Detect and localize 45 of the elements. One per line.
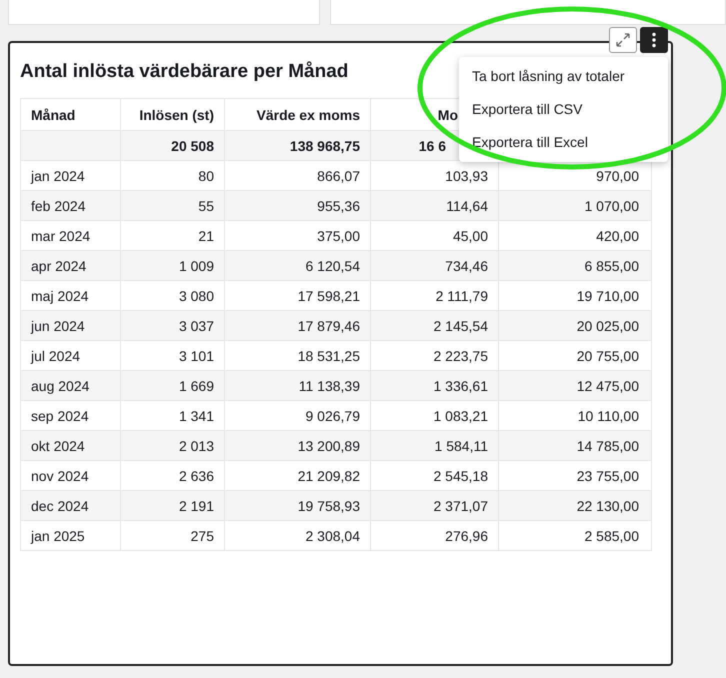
table-cell: 12 475,00 — [498, 370, 652, 400]
table-cell: 19 758,93 — [224, 490, 370, 520]
table-cell: 2 013 — [120, 430, 224, 460]
table-cell: 2 191 — [120, 490, 224, 520]
expand-icon — [615, 32, 631, 48]
table-cell: 2 308,04 — [224, 520, 370, 550]
table-cell: 14 785,00 — [498, 430, 652, 460]
table-cell: 1 669 — [120, 370, 224, 400]
expand-button[interactable] — [609, 27, 637, 53]
total-cell: 20 508 — [120, 130, 224, 160]
table-cell: 1 070,00 — [498, 190, 652, 220]
table-cell: dec 2024 — [20, 490, 120, 520]
table-cell: 6 120,54 — [224, 250, 370, 280]
table-cell: 2 371,07 — [370, 490, 498, 520]
table-cell: 955,36 — [224, 190, 370, 220]
more-options-button[interactable] — [640, 27, 668, 53]
table-cell: 3 037 — [120, 310, 224, 340]
table-cell: 20 025,00 — [498, 310, 652, 340]
table-cell: 1 009 — [120, 250, 224, 280]
table-cell: apr 2024 — [20, 250, 120, 280]
table-cell: jan 2025 — [20, 520, 120, 550]
column-header[interactable]: Månad — [20, 98, 120, 130]
table-cell: 55 — [120, 190, 224, 220]
table-cell: 1 584,11 — [370, 430, 498, 460]
table-cell: 276,96 — [370, 520, 498, 550]
card-title: Antal inlösta värdebärare per Månad — [20, 61, 348, 83]
total-cell: 138 968,75 — [224, 130, 370, 160]
table-cell: 2 585,00 — [498, 520, 652, 550]
table-cell: 13 200,89 — [224, 430, 370, 460]
table-cell: 275 — [120, 520, 224, 550]
table-cell: 2 145,54 — [370, 310, 498, 340]
column-header[interactable]: Värde ex moms — [224, 98, 370, 130]
table-cell: 114,64 — [370, 190, 498, 220]
table-cell: okt 2024 — [20, 430, 120, 460]
more-icon — [652, 32, 656, 48]
table-cell: feb 2024 — [20, 190, 120, 220]
table-cell: aug 2024 — [20, 370, 120, 400]
menu-item[interactable]: Ta bort låsning av totaler — [459, 60, 668, 93]
table-cell: 6 855,00 — [498, 250, 652, 280]
table-cell: 734,46 — [370, 250, 498, 280]
table-cell: 17 879,46 — [224, 310, 370, 340]
table-cell: 1 336,61 — [370, 370, 498, 400]
table-cell: jun 2024 — [20, 310, 120, 340]
table-cell: 22 130,00 — [498, 490, 652, 520]
table-cell: 11 138,39 — [224, 370, 370, 400]
